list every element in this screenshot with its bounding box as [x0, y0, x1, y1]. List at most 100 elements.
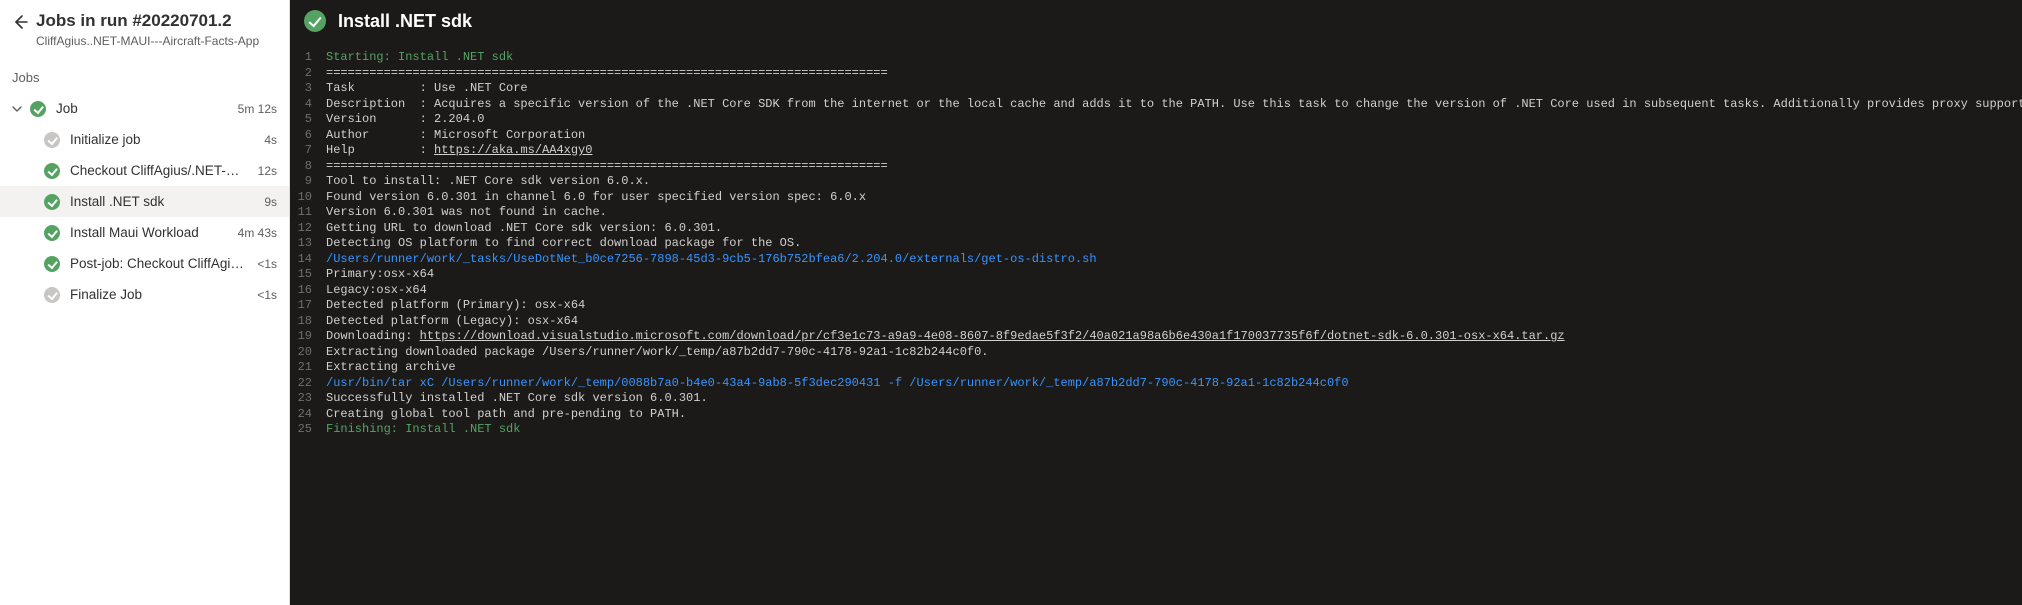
log-line: 8=======================================…: [290, 159, 2022, 175]
line-text: Task : Use .NET Core: [326, 81, 2008, 97]
line-number: 8: [290, 159, 326, 175]
log-line: 10Found version 6.0.301 in channel 6.0 f…: [290, 190, 2022, 206]
log-line: 4Description : Acquires a specific versi…: [290, 97, 2022, 113]
log-line: 24Creating global tool path and pre-pend…: [290, 407, 2022, 423]
log-line: 12Getting URL to download .NET Core sdk …: [290, 221, 2022, 237]
line-text: Primary:osx-x64: [326, 267, 2008, 283]
log-body[interactable]: 1Starting: Install .NET sdk2============…: [290, 50, 2022, 605]
step-row[interactable]: Finalize Job<1s: [0, 279, 289, 310]
line-text: ========================================…: [326, 66, 2008, 82]
log-title: Install .NET sdk: [338, 11, 472, 32]
line-number: 23: [290, 391, 326, 407]
skipped-icon: [44, 287, 60, 303]
step-duration: <1s: [257, 257, 277, 271]
line-number: 18: [290, 314, 326, 330]
line-text: Detected platform (Primary): osx-x64: [326, 298, 2008, 314]
job-row[interactable]: Job 5m 12s: [0, 93, 289, 124]
line-text: Description : Acquires a specific versio…: [326, 97, 2008, 113]
line-number: 5: [290, 112, 326, 128]
log-link[interactable]: https://download.visualstudio.microsoft.…: [420, 329, 1565, 343]
line-text: Getting URL to download .NET Core sdk ve…: [326, 221, 2008, 237]
line-text: Starting: Install .NET sdk: [326, 50, 2008, 66]
log-line: 20Extracting downloaded package /Users/r…: [290, 345, 2022, 361]
log-line: 7Help : https://aka.ms/AA4xgy0: [290, 143, 2022, 159]
line-text: Legacy:osx-x64: [326, 283, 2008, 299]
log-line: 1Starting: Install .NET sdk: [290, 50, 2022, 66]
line-number: 6: [290, 128, 326, 144]
line-number: 10: [290, 190, 326, 206]
step-duration: 12s: [258, 164, 277, 178]
step-row[interactable]: Initialize job 4s: [0, 124, 289, 155]
log-line: 15Primary:osx-x64: [290, 267, 2022, 283]
log-line: 11Version 6.0.301 was not found in cache…: [290, 205, 2022, 221]
line-text: Help : https://aka.ms/AA4xgy0: [326, 143, 2008, 159]
success-icon: [44, 256, 60, 272]
step-name: Checkout CliffAgius/.NET-MAUI-...: [70, 163, 250, 178]
log-line: 13Detecting OS platform to find correct …: [290, 236, 2022, 252]
line-number: 12: [290, 221, 326, 237]
line-number: 17: [290, 298, 326, 314]
jobs-section-label: Jobs: [0, 60, 289, 93]
line-text: Downloading: https://download.visualstud…: [326, 329, 2008, 345]
line-text: Detected platform (Legacy): osx-x64: [326, 314, 2008, 330]
log-line: 9Tool to install: .NET Core sdk version …: [290, 174, 2022, 190]
step-name: Install .NET sdk: [70, 194, 256, 209]
line-number: 25: [290, 422, 326, 438]
step-row[interactable]: Post-job: Checkout CliffAgius/.N... <1s: [0, 248, 289, 279]
log-line: 6Author : Microsoft Corporation: [290, 128, 2022, 144]
run-header: Jobs in run #20220701.2 CliffAgius..NET-…: [0, 0, 289, 60]
line-number: 22: [290, 376, 326, 392]
step-row[interactable]: Checkout CliffAgius/.NET-MAUI-... 12s: [0, 155, 289, 186]
success-icon: [44, 163, 60, 179]
step-row[interactable]: Install .NET sdk 9s: [0, 186, 289, 217]
line-text: Finishing: Install .NET sdk: [326, 422, 2008, 438]
log-line: 3Task : Use .NET Core: [290, 81, 2022, 97]
line-number: 11: [290, 205, 326, 221]
log-line: 5Version : 2.204.0: [290, 112, 2022, 128]
line-number: 19: [290, 329, 326, 345]
job-name: Job: [56, 101, 230, 116]
line-text: Found version 6.0.301 in channel 6.0 for…: [326, 190, 2008, 206]
log-panel: Install .NET sdk 1Starting: Install .NET…: [290, 0, 2022, 605]
line-text: Detecting OS platform to find correct do…: [326, 236, 2008, 252]
line-text: /usr/bin/tar xC /Users/runner/work/_temp…: [326, 376, 2008, 392]
log-line: 22/usr/bin/tar xC /Users/runner/work/_te…: [290, 376, 2022, 392]
line-number: 14: [290, 252, 326, 268]
log-line: 18Detected platform (Legacy): osx-x64: [290, 314, 2022, 330]
step-row[interactable]: Install Maui Workload4m 43s: [0, 217, 289, 248]
step-name: Finalize Job: [70, 287, 249, 302]
back-arrow-icon[interactable]: [12, 14, 28, 30]
line-number: 4: [290, 97, 326, 113]
line-number: 13: [290, 236, 326, 252]
log-line: 14/Users/runner/work/_tasks/UseDotNet_b0…: [290, 252, 2022, 268]
line-number: 20: [290, 345, 326, 361]
log-line: 19Downloading: https://download.visualst…: [290, 329, 2022, 345]
job-duration: 5m 12s: [238, 102, 277, 116]
log-header: Install .NET sdk: [290, 0, 2022, 50]
log-line: 2=======================================…: [290, 66, 2022, 82]
line-text: /Users/runner/work/_tasks/UseDotNet_b0ce…: [326, 252, 2008, 268]
line-number: 7: [290, 143, 326, 159]
line-text: Version : 2.204.0: [326, 112, 2008, 128]
success-icon: [30, 101, 46, 117]
step-name: Post-job: Checkout CliffAgius/.N...: [70, 256, 249, 271]
line-text: Creating global tool path and pre-pendin…: [326, 407, 2008, 423]
line-number: 2: [290, 66, 326, 82]
jobs-sidebar: Jobs in run #20220701.2 CliffAgius..NET-…: [0, 0, 290, 605]
line-number: 3: [290, 81, 326, 97]
line-text: Version 6.0.301 was not found in cache.: [326, 205, 2008, 221]
line-number: 24: [290, 407, 326, 423]
line-number: 9: [290, 174, 326, 190]
line-text: Extracting archive: [326, 360, 2008, 376]
line-text: Successfully installed .NET Core sdk ver…: [326, 391, 2008, 407]
line-text: Author : Microsoft Corporation: [326, 128, 2008, 144]
step-duration: 9s: [264, 195, 277, 209]
log-line: 16Legacy:osx-x64: [290, 283, 2022, 299]
line-text: Tool to install: .NET Core sdk version 6…: [326, 174, 2008, 190]
skipped-icon: [44, 132, 60, 148]
success-icon: [44, 225, 60, 241]
success-icon: [44, 194, 60, 210]
step-name: Initialize job: [70, 132, 256, 147]
log-link[interactable]: https://aka.ms/AA4xgy0: [434, 143, 592, 157]
step-duration: 4s: [264, 133, 277, 147]
